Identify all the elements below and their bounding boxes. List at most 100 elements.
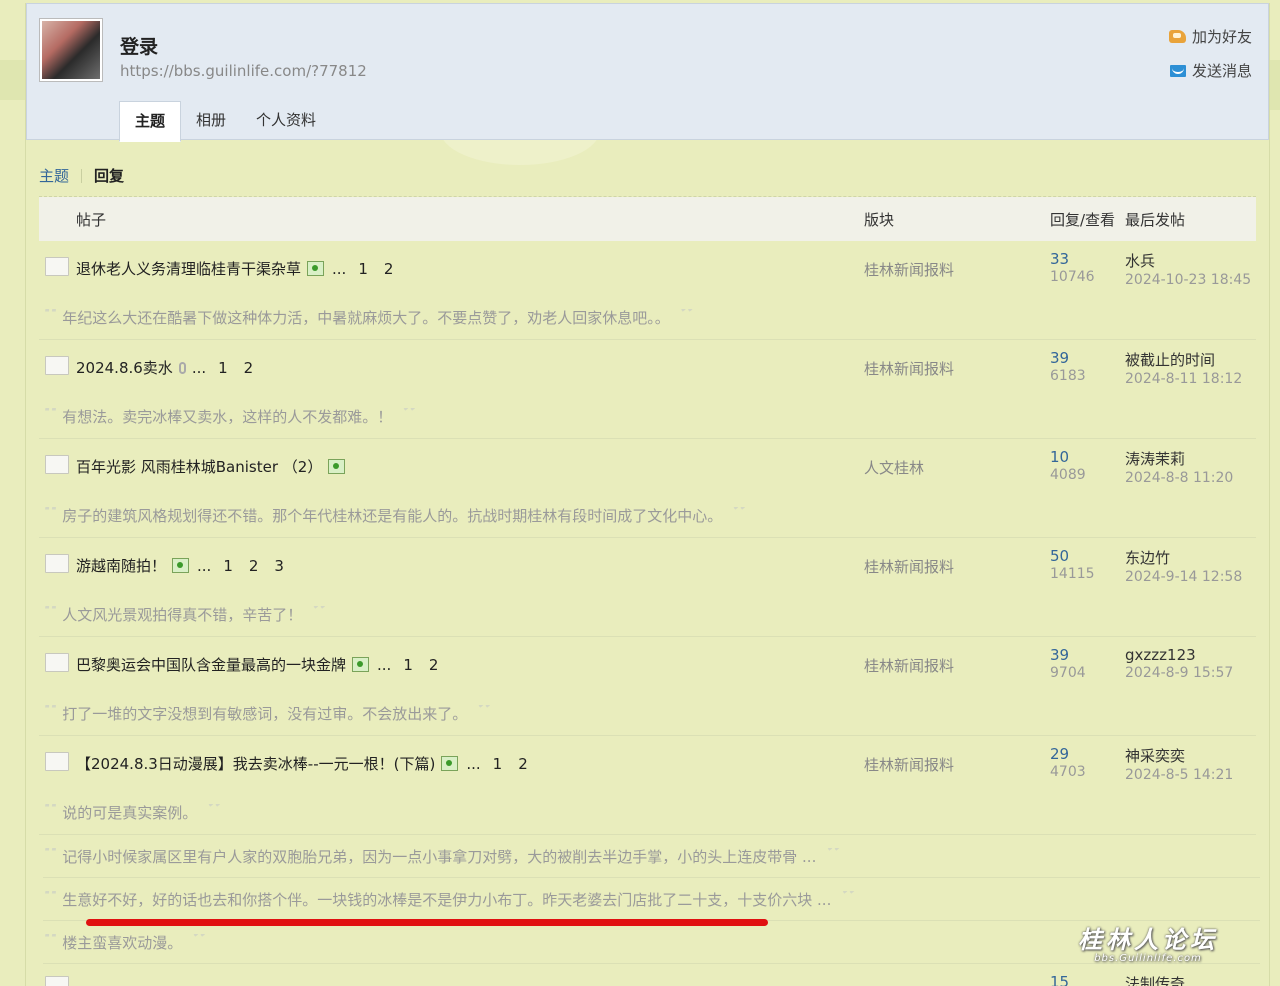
- forum-link[interactable]: 桂林新闻报料: [864, 556, 954, 577]
- profile-header: 登录 https://bbs.guilinlife.com/?77812 加为好…: [26, 3, 1269, 142]
- reply-quote[interactable]: “ 记得小时候家属区里有户人家的双胞胎兄弟，因为一点小事拿刀对劈，大的被削去半边…: [43, 835, 1260, 878]
- send-message-button[interactable]: 发送消息: [1169, 60, 1252, 81]
- avatar[interactable]: [39, 18, 103, 82]
- watermark: 桂林人论坛 bbs.Guilinlife.com: [1078, 920, 1218, 964]
- subnav-separator: [81, 168, 83, 183]
- folder-icon: [45, 455, 69, 474]
- reply-quote-text: 说的可是真实案例。: [62, 804, 198, 822]
- last-poster-link[interactable]: 被截止的时间: [1125, 349, 1242, 370]
- thread-title-link[interactable]: 百年光影 风雨桂林城Banister （2）: [76, 456, 322, 477]
- add-friend-button[interactable]: 加为好友: [1168, 26, 1252, 47]
- reply-count[interactable]: 15: [1050, 973, 1069, 986]
- profile-name[interactable]: 登录: [120, 32, 158, 59]
- folder-icon: [45, 356, 69, 375]
- folder-icon: [45, 257, 69, 276]
- pagination-ellipsis: ...: [197, 556, 212, 575]
- subnav-replies-current[interactable]: 回复: [94, 165, 124, 186]
- page-link[interactable]: 3: [274, 557, 284, 575]
- column-post: 帖子: [76, 211, 107, 229]
- reply-quote-text: 房子的建筑风格规划得还不错。那个年代桂林还是有能人的。抗战时期桂林有段时间成了文…: [62, 507, 723, 525]
- forum-link[interactable]: 桂林新闻报料: [864, 655, 954, 676]
- reply-quote-text: 人文风光景观拍得真不错，辛苦了！: [62, 606, 303, 624]
- page-link[interactable]: 2: [518, 755, 528, 773]
- reply-quote[interactable]: “ 有想法。卖完冰棒又卖水，这样的人不发都难。！ ”: [43, 406, 416, 427]
- thread-title-link[interactable]: 【2024.8.3日动漫展】我去卖冰棒--一元一根！(下篇): [76, 753, 435, 774]
- forum-link[interactable]: 桂林新闻报料: [864, 259, 954, 280]
- pagination-ellipsis: ...: [466, 754, 481, 773]
- page-link[interactable]: 2: [249, 557, 259, 575]
- last-poster-link[interactable]: 法制传奇: [1125, 973, 1185, 986]
- reply-quote-text: 有想法。卖完冰棒又卖水，这样的人不发都难。！: [62, 408, 393, 426]
- pagination-ellipsis: ...: [191, 358, 207, 377]
- page-link[interactable]: 2: [384, 260, 394, 278]
- column-stats: 回复/查看: [1050, 211, 1116, 229]
- page-link[interactable]: 1: [493, 755, 503, 773]
- quote-open-icon: “: [43, 605, 57, 624]
- quote-close-icon: ”: [679, 308, 694, 327]
- red-underline-annotation: [86, 919, 768, 926]
- forum-link[interactable]: 桂林新闻报料: [864, 754, 954, 775]
- last-post-time[interactable]: 2024-10-23 18:45: [1125, 272, 1251, 288]
- image-attachment-icon: [352, 657, 370, 672]
- page-link[interactable]: 1: [218, 359, 228, 377]
- reply-count[interactable]: 39: [1050, 646, 1086, 664]
- last-poster-link[interactable]: 涛涛茉莉: [1125, 448, 1233, 469]
- last-post-time[interactable]: 2024-8-11 18:12: [1125, 371, 1242, 387]
- page-link[interactable]: 2: [244, 359, 254, 377]
- page-link[interactable]: 1: [223, 557, 233, 575]
- page-link[interactable]: 1: [358, 260, 368, 278]
- reply-quote-text: 打了一堆的文字没想到有敏感词，没有过审。不会放出来了。: [62, 705, 468, 723]
- last-poster-link[interactable]: gxzzz123: [1125, 646, 1233, 664]
- subnav-topics-link[interactable]: 主题: [39, 165, 69, 186]
- tab-album[interactable]: 相册: [181, 101, 241, 140]
- forum-link[interactable]: 人文桂林: [864, 457, 924, 478]
- tab-profile[interactable]: 个人资料: [241, 101, 331, 140]
- reply-quote[interactable]: “ 年纪这么大还在酷暑下做这种体力活，中暑就麻烦大了。不要点赞了，劝老人回家休息…: [43, 307, 693, 328]
- table-header: 帖子 版块 回复/查看 最后发帖: [39, 197, 1256, 241]
- profile-url[interactable]: https://bbs.guilinlife.com/?77812: [120, 62, 367, 80]
- thread-title-link[interactable]: 退休老人义务清理临桂青干渠杂草: [76, 258, 301, 279]
- page-link[interactable]: 2: [429, 656, 439, 674]
- tab-topics[interactable]: 主题: [119, 101, 182, 142]
- thread-title-link[interactable]: 游越南随拍！: [76, 555, 166, 576]
- sub-navigation: 主题 回复: [39, 165, 124, 186]
- reply-count[interactable]: 39: [1050, 349, 1086, 367]
- thread-title-link[interactable]: 2024.8.6卖水: [76, 357, 173, 378]
- reply-quote[interactable]: “ 生意好不好，好的话也去和你搭个伴。一块钱的冰棒是不是伊力小布丁。昨天老婆去门…: [43, 878, 1260, 921]
- quote-close-icon: ”: [207, 803, 221, 822]
- table-row: 【2024.8.3日动漫展】我去卖冰棒--一元一根！(下篇) ... 1 2 桂…: [39, 736, 1256, 835]
- page-link[interactable]: 1: [403, 656, 413, 674]
- view-count: 14115: [1050, 566, 1095, 582]
- last-post-time[interactable]: 2024-9-14 12:58: [1125, 569, 1242, 585]
- thread-title-link[interactable]: 巴黎奥运会中国队含金量最高的一块金牌: [76, 654, 346, 675]
- reply-quote-text: 生意好不好，好的话也去和你搭个伴。一块钱的冰棒是不是伊力小布丁。昨天老婆去门店批…: [62, 891, 832, 909]
- reply-quote[interactable]: “ 打了一堆的文字没想到有敏感词，没有过审。不会放出来了。 ”: [43, 703, 491, 724]
- add-friend-label: 加为好友: [1191, 28, 1252, 46]
- image-attachment-icon: [172, 558, 190, 573]
- table-row: 15 法制传奇: [39, 964, 1256, 986]
- handshake-icon: [1168, 30, 1186, 43]
- reply-count[interactable]: 29: [1050, 745, 1086, 763]
- last-poster-link[interactable]: 东边竹: [1125, 547, 1242, 568]
- quote-open-icon: “: [43, 506, 57, 525]
- reply-quote[interactable]: “ 房子的建筑风格规划得还不错。那个年代桂林还是有能人的。抗战时期桂林有段时间成…: [43, 505, 746, 526]
- quote-close-icon: ”: [732, 506, 746, 525]
- reply-quote-text: 记得小时候家属区里有户人家的双胞胎兄弟，因为一点小事拿刀对劈，大的被削去半边手掌…: [62, 848, 817, 866]
- avatar-image: [42, 21, 100, 79]
- last-post-time[interactable]: 2024-8-9 15:57: [1125, 665, 1233, 681]
- view-count: 9704: [1050, 665, 1086, 681]
- image-attachment-icon: [441, 756, 459, 771]
- quote-open-icon: “: [43, 704, 57, 723]
- forum-link[interactable]: 桂林新闻报料: [864, 358, 954, 379]
- last-poster-link[interactable]: 神采奕奕: [1125, 745, 1233, 766]
- envelope-icon: [1169, 64, 1186, 77]
- last-poster-link[interactable]: 水兵: [1125, 250, 1251, 271]
- reply-quote[interactable]: “ 人文风光景观拍得真不错，辛苦了！ ”: [43, 604, 326, 625]
- reply-count[interactable]: 50: [1050, 547, 1095, 565]
- reply-quote[interactable]: “ 说的可是真实案例。 ”: [43, 802, 221, 823]
- reply-count[interactable]: 33: [1050, 250, 1095, 268]
- last-post-time[interactable]: 2024-8-5 14:21: [1125, 767, 1233, 783]
- last-post-time[interactable]: 2024-8-8 11:20: [1125, 470, 1233, 486]
- reply-quote-text: 年纪这么大还在酷暑下做这种体力活，中暑就麻烦大了。不要点赞了，劝老人回家休息吧。…: [62, 309, 670, 327]
- reply-count[interactable]: 10: [1050, 448, 1086, 466]
